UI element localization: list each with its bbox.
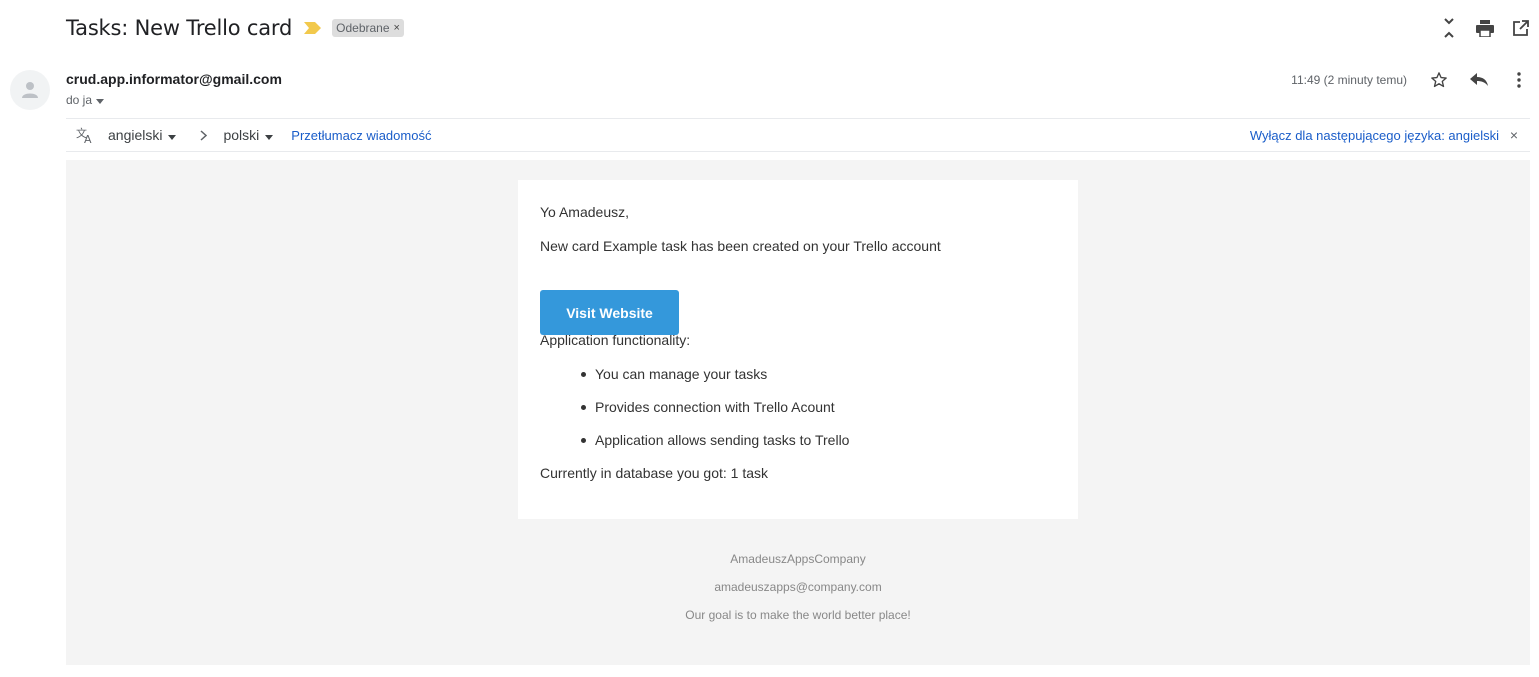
source-language-select[interactable]: angielski — [108, 127, 177, 143]
message-meta: 11:49 (2 minuty temu) — [1291, 68, 1539, 92]
sender-email[interactable]: crud.app.informator@gmail.com — [66, 71, 282, 87]
email-body: Yo Amadeusz, New card Example task has b… — [66, 160, 1530, 665]
chevron-right-icon — [200, 129, 208, 141]
importance-marker-icon[interactable] — [304, 22, 322, 34]
chevron-down-icon — [265, 127, 274, 143]
translate-icon: 文 A — [76, 127, 96, 143]
subject-row: Tasks: New Trello card Odebrane × — [66, 14, 404, 42]
print-icon[interactable] — [1467, 16, 1503, 40]
visit-website-button[interactable]: Visit Website — [540, 290, 679, 335]
recipient-details-toggle[interactable]: do ja — [66, 93, 105, 107]
timestamp: 11:49 (2 minuty temu) — [1291, 73, 1407, 87]
translate-message-link[interactable]: Przetłumacz wiadomość — [291, 128, 431, 143]
translation-bar: 文 A angielski polski Przetłumacz wiadomo… — [66, 118, 1530, 152]
chevron-down-icon — [96, 93, 105, 107]
star-icon[interactable] — [1419, 68, 1459, 92]
person-icon — [22, 82, 38, 98]
footer-slogan: Our goal is to make the world better pla… — [685, 608, 911, 622]
source-language-label: angielski — [108, 127, 163, 143]
target-language-label: polski — [223, 127, 260, 143]
email-subject: Tasks: New Trello card — [66, 16, 293, 40]
top-actions — [1431, 16, 1539, 40]
close-translation-bar-button[interactable]: × — [1510, 127, 1518, 143]
email-view: Tasks: New Trello card Odebrane × crud.a… — [0, 0, 1539, 677]
sender-avatar[interactable] — [10, 70, 50, 110]
collapse-all-icon[interactable] — [1431, 16, 1467, 40]
message-text: New card Example task has been created o… — [540, 238, 941, 254]
list-item: You can manage your tasks — [580, 366, 849, 399]
svg-text:A: A — [84, 133, 92, 143]
list-item: Provides connection with Trello Acount — [580, 399, 849, 432]
functionality-heading: Application functionality: — [540, 332, 691, 348]
remove-label-button[interactable]: × — [394, 22, 400, 34]
disable-translation-link[interactable]: Wyłącz dla następującego języka: angiels… — [1250, 128, 1499, 143]
database-status-text: Currently in database you got: 1 task — [540, 465, 769, 481]
greeting-text: Yo Amadeusz, — [540, 204, 629, 220]
chevron-down-icon — [168, 127, 177, 143]
feature-list: You can manage your tasks Provides conne… — [580, 366, 849, 465]
footer-email: amadeuszapps@company.com — [714, 580, 882, 594]
target-language-select[interactable]: polski — [223, 127, 274, 143]
more-vert-icon[interactable] — [1499, 68, 1539, 92]
label-chip-text: Odebrane — [336, 21, 390, 35]
email-card: Yo Amadeusz, New card Example task has b… — [518, 180, 1078, 519]
label-chip-inbox: Odebrane × — [332, 19, 404, 37]
list-item: Application allows sending tasks to Trel… — [580, 432, 849, 465]
recipient-text: do ja — [66, 93, 93, 107]
reply-icon[interactable] — [1459, 68, 1499, 92]
open-new-window-icon[interactable] — [1503, 16, 1539, 40]
footer-company: AmadeuszAppsCompany — [730, 552, 866, 566]
